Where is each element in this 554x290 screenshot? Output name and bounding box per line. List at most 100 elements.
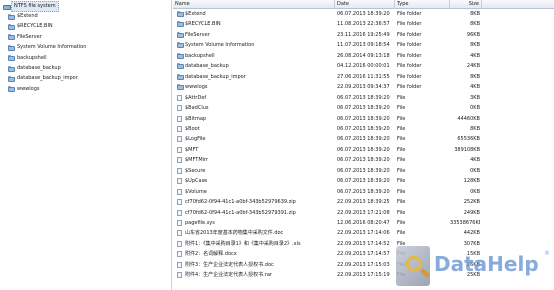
row-name: $MFTMirr: [185, 157, 209, 164]
tree-item[interactable]: $RECYCLE.BIN: [8, 22, 53, 31]
table-row[interactable]: pagefile.sys 12.06.2016 08:20:47 File 33538…: [173, 219, 483, 228]
row-name: FileServer: [185, 31, 210, 38]
column-header-type[interactable]: Type: [395, 0, 450, 9]
folder-icon: [8, 75, 15, 82]
row-name: $Boot: [185, 125, 200, 132]
row-name: cf70fd62-0f94-41c1-a0bf-343b52979639.zip: [185, 199, 296, 206]
table-row[interactable]: $Extend 06.07.2013 18:39:20 File folder 8KB: [173, 10, 483, 19]
tree-item-label: FileServer: [17, 33, 42, 40]
table-row[interactable]: wwwlogs 22.09.2013 09:34:37 File folder 4KB: [173, 83, 483, 92]
row-size: 8KB: [470, 21, 480, 28]
folder-icon: [177, 11, 184, 17]
file-icon: [177, 115, 182, 122]
table-row[interactable]: $Boot 06.07.2013 18:39:20 File 8KB: [173, 125, 483, 134]
row-type: File folder: [397, 21, 422, 28]
file-icon: [177, 251, 182, 258]
table-row[interactable]: $Secure 06.07.2013 18:39:20 File 0KB: [173, 167, 483, 176]
file-icon: [177, 136, 182, 143]
row-date: 22.09.2013 17:14:06: [337, 230, 390, 237]
drive-icon: [3, 3, 11, 10]
datahelp-watermark-logo: DataHelp ®: [396, 244, 554, 290]
table-row[interactable]: $Volume 06.07.2013 18:39:20 File 0KB: [173, 188, 483, 197]
folder-icon: [8, 34, 15, 41]
file-icon: [177, 188, 182, 195]
row-size: 0KB: [470, 105, 480, 112]
column-header-name[interactable]: Name: [173, 0, 335, 9]
tree-root-label: NTFS file system: [11, 1, 59, 12]
row-size: 96KB: [466, 31, 480, 38]
row-type: File folder: [397, 84, 422, 91]
row-name: 附件1：《集中采购目录1》和《集中采购目录2》.xls: [185, 240, 301, 247]
file-icon: [177, 125, 182, 132]
row-name: $RECYCLE.BIN: [185, 21, 221, 28]
row-date: 22.09.2013 17:15:03: [337, 261, 390, 268]
row-name: $Extend: [185, 11, 206, 17]
table-row[interactable]: $UpCase 06.07.2013 18:39:20 File 128KB: [173, 177, 483, 186]
tree-item[interactable]: FileServer: [8, 33, 42, 42]
file-icon: [177, 94, 182, 101]
row-date: 06.07.2013 18:39:20: [337, 188, 390, 195]
row-size: 4KB: [470, 157, 480, 164]
row-name: 附件4：生产企业法定代表人授权书.rar: [185, 272, 272, 279]
tree-item[interactable]: database_backup: [8, 64, 61, 73]
tree-item[interactable]: database_backup_impor: [8, 74, 78, 83]
tree-item-label: database_backup: [17, 65, 61, 71]
row-date: 22.09.2013 17:15:19: [337, 272, 390, 279]
file-icon: [177, 105, 182, 112]
row-name: $Volume: [185, 188, 207, 195]
table-row[interactable]: $BadClus 06.07.2013 18:39:20 File 0KB: [173, 104, 483, 113]
table-row[interactable]: database_backup_impor 27.06.2016 11:31:55…: [173, 73, 483, 82]
row-type: File: [397, 220, 406, 226]
file-icon: [177, 146, 182, 153]
file-icon: [177, 209, 182, 216]
tree-item-label: $Extend: [17, 13, 38, 19]
tree-root-ntfs[interactable]: NTFS file system: [3, 1, 59, 12]
tree-item[interactable]: wwwlogs: [8, 85, 40, 94]
registered-mark: ®: [544, 250, 550, 257]
file-icon: [177, 272, 182, 279]
column-header-date[interactable]: Date: [335, 0, 395, 9]
table-row[interactable]: 山东省2013年度基本药物集中采购文件.doc 22.09.2013 17:14:…: [173, 229, 483, 238]
tree-item-label: wwwlogs: [17, 85, 40, 92]
tree-item[interactable]: $Extend: [8, 12, 38, 21]
row-size: 24KB: [466, 63, 480, 70]
row-size: 8KB: [470, 42, 480, 49]
tree-item-label: database_backup_impor: [17, 75, 78, 82]
table-row[interactable]: $MFT 06.07.2013 18:39:20 File 389108KB: [173, 146, 483, 155]
table-row[interactable]: $AttrDef 06.07.2013 18:39:20 File 3KB: [173, 94, 483, 103]
row-name: database_backup_impor: [185, 73, 246, 80]
row-size: 44460KB: [457, 115, 480, 122]
table-row[interactable]: $RECYCLE.BIN 11.08.2013 22:36:57 File fold…: [173, 20, 483, 29]
table-row[interactable]: $LogFile 06.07.2013 18:39:20 File 65536KB: [173, 135, 483, 144]
row-size: 249KB: [463, 209, 480, 216]
row-type: File: [397, 230, 406, 237]
row-name: $LogFile: [185, 136, 206, 143]
row-date: 04.12.2016 00:00:01: [337, 63, 390, 70]
row-type: File: [397, 188, 406, 195]
folder-tree-panel: NTFS file system $Extend $RECYCLE.BIN File…: [0, 0, 172, 290]
row-name: 附件2：名词解释.docx: [185, 251, 237, 258]
row-type: File folder: [397, 52, 422, 59]
folder-icon: [177, 73, 184, 80]
row-type: File: [397, 94, 406, 101]
folder-icon: [8, 65, 15, 72]
table-row[interactable]: FileServer 23.11.2016 19:25:49 File folder…: [173, 31, 483, 40]
row-type: File: [397, 209, 406, 216]
table-row[interactable]: backupshell 26.08.2014 09:13:18 File folde…: [173, 52, 483, 61]
table-row[interactable]: database_backup 04.12.2016 00:00:01 File f…: [173, 62, 483, 71]
tree-item[interactable]: System Volume Information: [8, 43, 86, 52]
folder-icon: [8, 13, 15, 20]
row-date: 06.07.2013 18:39:20: [337, 146, 390, 153]
column-header-size[interactable]: Size: [450, 0, 482, 9]
table-row[interactable]: cf70fd62-0f94-41c1-a0bf-343b52979391.zip…: [173, 209, 483, 218]
row-type: File folder: [397, 42, 422, 49]
row-type: File: [397, 167, 406, 174]
folder-icon: [8, 86, 15, 93]
table-row[interactable]: cf70fd62-0f94-41c1-a0bf-343b52979639.zip…: [173, 198, 483, 207]
tree-item[interactable]: backupshell: [8, 54, 47, 63]
row-date: 06.07.2013 18:39:20: [337, 115, 390, 122]
table-row[interactable]: $MFTMirr 06.07.2013 18:39:20 File 4KB: [173, 156, 483, 165]
row-type: File: [397, 199, 406, 206]
table-row[interactable]: System Volume Information 11.07.2013 09:1…: [173, 41, 483, 50]
table-row[interactable]: $Bitmap 06.07.2013 18:39:20 File 44460KB: [173, 115, 483, 124]
